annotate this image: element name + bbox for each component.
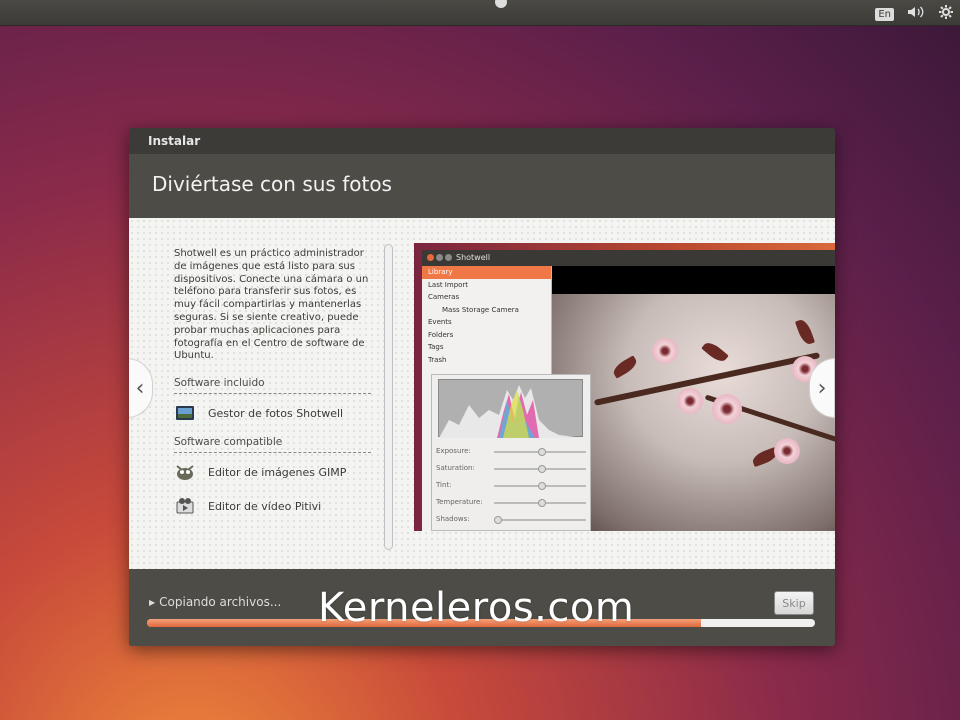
compatible-software-label: Editor de imágenes GIMP: [208, 465, 347, 479]
previous-slide-button[interactable]: ‹: [129, 358, 153, 418]
shotwell-titlebar: Shotwell: [422, 250, 835, 266]
window-title: Instalar: [129, 128, 835, 154]
keyboard-layout-indicator[interactable]: En: [875, 7, 894, 21]
skip-button[interactable]: Skip: [774, 591, 814, 615]
shotwell-sidebar-item: Folders: [428, 330, 454, 339]
adjust-label: Saturation:: [436, 464, 475, 472]
shotwell-sidebar-item: Cameras: [428, 293, 460, 301]
gear-icon[interactable]: [938, 4, 954, 24]
cherry-blossom-photo: [552, 266, 835, 531]
indicator-area: En: [875, 4, 954, 24]
panel-indicator-dot: [495, 0, 507, 8]
status-expander[interactable]: ▶ Copiando archivos...: [149, 595, 281, 609]
pitivi-icon: [174, 496, 196, 516]
shotwell-sidebar-item: Library: [422, 266, 551, 279]
text-scrollbar[interactable]: [384, 244, 393, 550]
compatible-software-item: Editor de imágenes GIMP: [174, 457, 374, 487]
status-text: Copiando archivos...: [159, 595, 282, 609]
included-software-title: Software incluido: [174, 377, 371, 395]
adjust-label: Tint:: [436, 481, 452, 489]
adjust-row-tint: Tint:: [436, 481, 586, 491]
shotwell-sidebar-item: Mass Storage Camera: [442, 305, 519, 314]
window-buttons-icon: [427, 254, 452, 261]
watermark-text: Kerneleros.com: [318, 585, 635, 631]
leaf-shape: [794, 317, 816, 347]
adjust-row-temperature: Temperature:: [436, 498, 586, 508]
adjust-label: Temperature:: [436, 498, 483, 506]
leaf-shape: [610, 355, 640, 379]
shotwell-screenshot: Shotwell Library Last Import Cameras Mas…: [414, 243, 835, 531]
slide-description: Shotwell es un práctico administrador de…: [174, 248, 369, 362]
installer-window: Instalar Diviértase con sus fotos ‹ Shot…: [129, 128, 835, 646]
chevron-left-icon: ‹: [135, 375, 145, 401]
shotwell-adjust-panel: Exposure: Saturation: Tint: Temperature:…: [431, 374, 591, 531]
shotwell-sidebar-item: Last Import: [428, 280, 469, 289]
blossom-shape: [677, 388, 703, 414]
slide-text-column: Shotwell es un práctico administrador de…: [174, 248, 374, 521]
shotwell-title: Shotwell: [456, 253, 491, 262]
blossom-shape: [712, 394, 742, 424]
gimp-icon: [174, 462, 196, 482]
compatible-software-title: Software compatible: [174, 436, 371, 454]
compatible-software-label: Editor de vídeo Pitivi: [208, 499, 322, 513]
shotwell-sidebar-item: Events: [428, 318, 452, 326]
adjust-label: Exposure:: [436, 447, 471, 455]
shotwell-sidebar-item: Tags: [428, 343, 444, 351]
slide-content: ‹ Shotwell es un práctico administrador …: [129, 218, 835, 569]
histogram: [438, 379, 584, 438]
slide-heading: Diviértase con sus fotos: [129, 154, 835, 218]
leaf-shape: [701, 339, 729, 365]
blossom-shape: [652, 338, 678, 364]
adjust-row-exposure: Exposure:: [436, 447, 586, 457]
speaker-icon[interactable]: [906, 5, 926, 23]
adjust-row-saturation: Saturation:: [436, 464, 586, 474]
compatible-software-item: Editor de vídeo Pitivi: [174, 491, 374, 521]
expander-arrow-icon: ▶: [149, 597, 156, 607]
adjust-label: Shadows:: [436, 515, 470, 523]
included-software-label: Gestor de fotos Shotwell: [208, 406, 344, 420]
top-panel: En: [0, 0, 960, 26]
included-software-item: Gestor de fotos Shotwell: [174, 398, 374, 428]
photo-toolbar: [552, 266, 835, 294]
shotwell-sidebar-item: Trash: [428, 355, 447, 364]
shotwell-icon: [174, 403, 196, 423]
blossom-shape: [774, 438, 800, 464]
adjust-row-shadows: Shadows:: [436, 515, 586, 525]
chevron-right-icon: ›: [817, 375, 827, 401]
